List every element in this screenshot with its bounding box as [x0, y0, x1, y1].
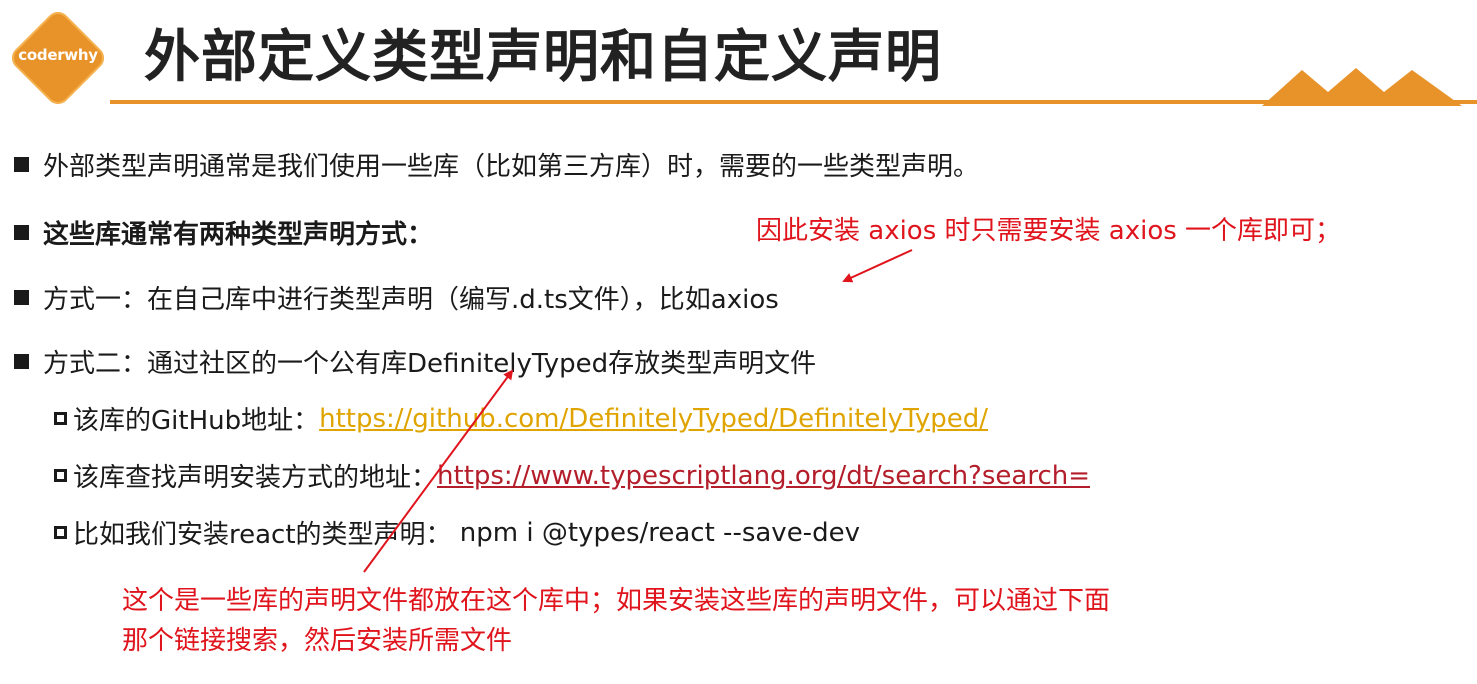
- search-link[interactable]: https://www.typescriptlang.org/dt/search…: [437, 461, 1090, 491]
- annotation-axios: 因此安装 axios 时只需要安装 axios 一个库即可；: [756, 216, 1342, 246]
- bullet-square-icon: [14, 354, 29, 369]
- hollow-square-bullet-icon: [54, 412, 67, 425]
- npm-command: npm i @types/react --save-dev: [451, 517, 860, 548]
- bullet-square-icon: [14, 225, 29, 240]
- sub-item-github: 该库的GitHub地址： https://github.com/Definite…: [54, 400, 988, 437]
- mountains-decoration-icon: [1262, 68, 1462, 106]
- sub-item-label: 该库的GitHub地址：: [73, 406, 320, 436]
- bullet-item-way-two: 方式二：通过社区的一个公有库DefinitelyTyped存放类型声明文件: [14, 343, 816, 380]
- sub-item-label: 比如我们安装react的类型声明：: [73, 520, 452, 550]
- bullet-square-icon: [14, 157, 29, 172]
- annotation-dt-line1: 这个是一些库的声明文件都放在这个库中；如果安装这些库的声明文件，可以通过下面: [122, 586, 1111, 616]
- bullet-text: 外部类型声明通常是我们使用一些库（比如第三方库）时，需要的一些类型声明。: [43, 152, 980, 182]
- coderwhy-logo: coderwhy: [7, 7, 109, 109]
- sub-item-react: 比如我们安装react的类型声明： npm i @types/react --s…: [54, 514, 860, 551]
- bullet-text: 方式一：在自己库中进行类型声明（编写.d.ts文件），比如axios: [43, 285, 779, 315]
- bullet-text: 这些库通常有两种类型声明方式：: [43, 220, 434, 250]
- github-link[interactable]: https://github.com/DefinitelyTyped/Defin…: [319, 404, 988, 434]
- sub-item-label: 该库查找声明安装方式的地址：: [73, 463, 438, 493]
- hollow-square-bullet-icon: [54, 526, 67, 539]
- arrow-to-axios: [842, 249, 913, 283]
- hollow-square-bullet-icon: [54, 469, 67, 482]
- bullet-item-way-one: 方式一：在自己库中进行类型声明（编写.d.ts文件），比如axios: [14, 279, 779, 316]
- sub-item-search: 该库查找声明安装方式的地址： https://www.typescriptlan…: [54, 457, 1090, 494]
- page-title: 外部定义类型声明和自定义声明: [144, 25, 942, 90]
- bullet-item-external-types: 外部类型声明通常是我们使用一些库（比如第三方库）时，需要的一些类型声明。: [14, 146, 979, 183]
- bullet-item-two-ways: 这些库通常有两种类型声明方式：: [14, 214, 433, 251]
- bullet-square-icon: [14, 290, 29, 305]
- bullet-text: 方式二：通过社区的一个公有库DefinitelyTyped存放类型声明文件: [43, 349, 817, 379]
- logo-text: coderwhy: [18, 46, 98, 64]
- annotation-dt-line2: 那个链接搜索，然后安装所需文件: [122, 626, 513, 656]
